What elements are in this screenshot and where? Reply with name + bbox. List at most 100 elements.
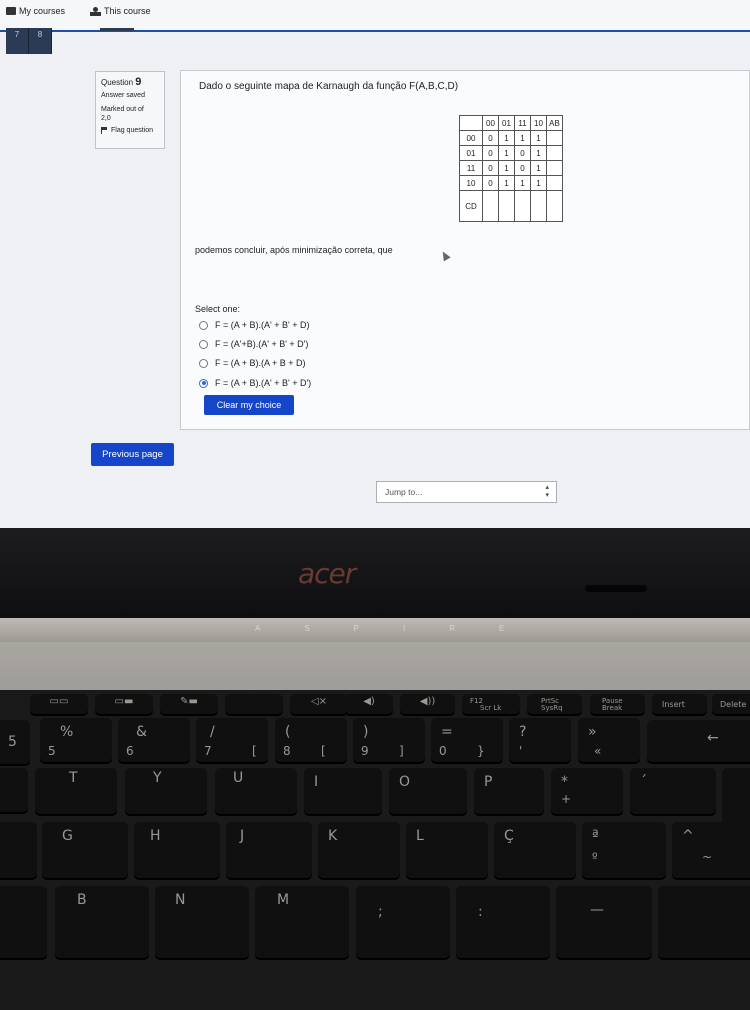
answer-option-a[interactable]: F = (A + B).(A' + B' + D) <box>199 320 309 330</box>
radio-button[interactable] <box>199 339 208 349</box>
key-f4[interactable]: ▭▭ <box>30 694 88 714</box>
mouse-cursor-icon <box>439 249 451 262</box>
key-pause[interactable]: Pause Break <box>590 694 645 714</box>
kmap-col-header: 10 <box>530 115 547 131</box>
kmap-cell: 1 <box>514 130 531 146</box>
key-f10[interactable]: ◀) <box>345 694 393 714</box>
kmap-cell: 0 <box>482 175 499 191</box>
key-l[interactable]: L <box>406 822 488 878</box>
key-apostrophe[interactable]: ? ' <box>509 718 571 762</box>
quiz-nav-button[interactable]: 7 <box>6 28 29 54</box>
key-7[interactable]: / 7 [ <box>196 718 268 762</box>
answer-option-b[interactable]: F = (A'+B).(A' + B' + D') <box>199 339 308 349</box>
key-8[interactable]: ( 8 [ <box>275 718 347 762</box>
kmap-col-header: 00 <box>482 115 499 131</box>
key-i[interactable]: I <box>304 768 382 814</box>
key-b[interactable]: B <box>55 886 149 958</box>
key-h[interactable]: H <box>134 822 220 878</box>
key-r[interactable] <box>0 768 28 812</box>
kmap-cell: 1 <box>498 130 515 146</box>
key-5[interactable]: % 5 <box>40 718 112 762</box>
key-j[interactable]: J <box>226 822 312 878</box>
key-plus[interactable]: * + <box>551 768 623 814</box>
key-k[interactable]: K <box>318 822 400 878</box>
clear-choice-button[interactable]: Clear my choice <box>204 395 294 415</box>
answer-option-d[interactable]: F = (A + B).(A' + B' + D') <box>199 378 311 388</box>
key-f[interactable] <box>0 822 37 878</box>
key-f5[interactable]: ▭▬ <box>95 694 153 714</box>
key-p[interactable]: P <box>474 768 544 814</box>
key-acute[interactable]: ´ <box>630 768 716 814</box>
key-g[interactable]: G <box>42 822 128 878</box>
volume-up-icon: ◀)) <box>419 696 436 707</box>
key-guillemets[interactable]: » « <box>578 718 640 762</box>
key-delete[interactable]: Delete <box>712 694 750 714</box>
key-ordinal[interactable]: ª º <box>582 822 666 878</box>
speaker-grille <box>585 585 647 592</box>
kmap-cell: 1 <box>530 145 547 161</box>
key-6[interactable]: & 6 <box>118 718 190 762</box>
divider <box>100 28 134 31</box>
key-t[interactable]: T <box>35 768 117 814</box>
kmap-cell <box>546 160 563 176</box>
flag-question-link[interactable]: Flag question <box>101 127 159 134</box>
kmap-corner <box>459 115 483 131</box>
kmap-cell: 1 <box>498 160 515 176</box>
answer-option-c[interactable]: F = (A + B).(A + B + D) <box>199 358 306 368</box>
previous-page-button[interactable]: Previous page <box>91 443 174 466</box>
kmap-cell: 1 <box>498 175 515 191</box>
touchpad-icon: ✎▬ <box>180 696 198 707</box>
key-comma[interactable]: ; <box>356 886 450 958</box>
radio-button[interactable] <box>199 320 208 330</box>
key-u[interactable]: U <box>215 768 297 814</box>
sitemap-icon <box>90 6 101 16</box>
kmap-col-header: 11 <box>514 115 531 131</box>
question-mark-value: 2,0 <box>101 115 111 122</box>
key-f11[interactable]: ◀)) <box>400 694 455 714</box>
kmap-cell <box>498 190 515 222</box>
key-f7[interactable] <box>225 694 283 714</box>
key-f6[interactable]: ✎▬ <box>160 694 218 714</box>
key-minus[interactable]: — <box>556 886 652 958</box>
key-f12[interactable]: F12 Scr Lk <box>462 694 520 714</box>
kmap-cell: 0 <box>514 160 531 176</box>
briefcase-icon <box>6 7 16 15</box>
key-v[interactable] <box>0 886 47 958</box>
key-y[interactable]: Y <box>125 768 207 814</box>
kmap-cell <box>482 190 499 222</box>
conclusion-text: podemos concluir, após minimização corre… <box>195 245 393 255</box>
jump-to-select[interactable]: Jump to... ▴ ▾ <box>376 481 557 503</box>
key-period[interactable]: : <box>456 886 550 958</box>
radio-button[interactable] <box>199 358 208 368</box>
kmap-cell <box>546 145 563 161</box>
kmap-cell: 1 <box>530 175 547 191</box>
radio-button-selected[interactable] <box>199 378 208 388</box>
key-backspace[interactable]: ← <box>647 720 750 762</box>
key-n[interactable]: N <box>155 886 249 958</box>
kmap-row-header: 00 <box>459 130 483 146</box>
my-courses-link[interactable]: My courses <box>6 6 65 16</box>
kmap-ab-label: AB <box>546 115 563 131</box>
key-0[interactable]: = 0 } <box>431 718 503 762</box>
key-shift-right[interactable] <box>658 886 750 958</box>
key-4[interactable]: 5 <box>0 720 30 764</box>
kmap-cell: 1 <box>514 175 531 191</box>
key-f9[interactable]: ◁× <box>290 694 348 714</box>
key-o[interactable]: O <box>389 768 467 814</box>
key-9[interactable]: ) 9 ] <box>353 718 425 762</box>
question-status: Answer saved <box>101 92 145 99</box>
key-insert[interactable]: Insert <box>652 694 707 714</box>
key-tilde[interactable]: ^ ~ <box>672 822 750 878</box>
key-c-cedilla[interactable]: Ç <box>494 822 576 878</box>
browser-screen: My courses This course 7 8 Question 9 An… <box>0 0 750 528</box>
kmap-cell: 1 <box>530 160 547 176</box>
kmap-cell: 1 <box>530 130 547 146</box>
flag-icon <box>101 127 108 134</box>
this-course-link[interactable]: This course <box>90 6 151 16</box>
key-m[interactable]: M <box>255 886 349 958</box>
quiz-nav-button[interactable]: 8 <box>29 28 52 54</box>
key-prtsc[interactable]: PrtSc SysRq <box>527 694 582 714</box>
kmap-col-header: 01 <box>498 115 515 131</box>
key-enter[interactable] <box>722 768 750 828</box>
kmap-row-header: 01 <box>459 145 483 161</box>
